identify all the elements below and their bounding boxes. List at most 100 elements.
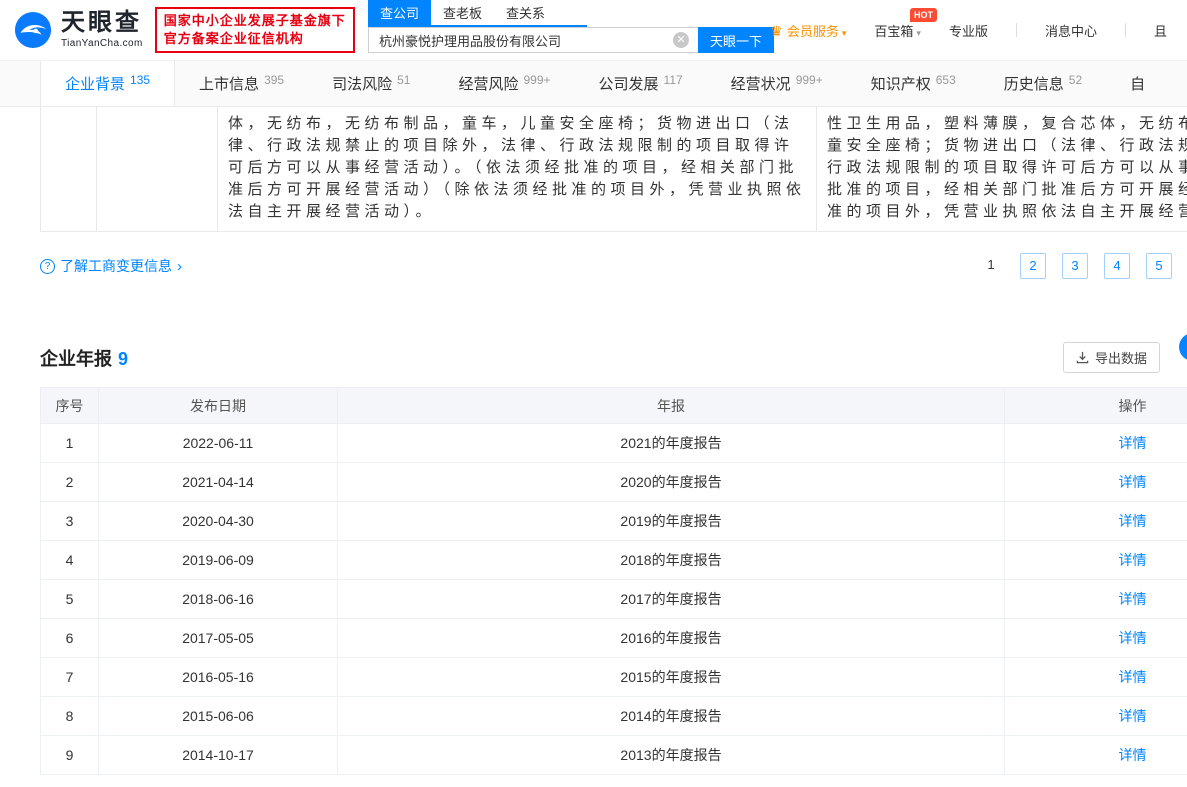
publish-date: 2016-05-16 xyxy=(99,658,338,697)
brand-logo[interactable]: 天眼查 TianYanCha.com xyxy=(14,11,143,49)
report-name: 2014的年度报告 xyxy=(338,697,1005,736)
search-tab-company[interactable]: 查公司 xyxy=(368,0,431,25)
publish-date: 2022-06-11 xyxy=(99,424,338,463)
menu-pro-version[interactable]: 专业版 xyxy=(949,21,988,40)
annual-reports-table: 序号 发布日期 年报 操作 1 2022-06-11 2021的年度报告 详情 … xyxy=(40,387,1187,775)
table-row: 6 2017-05-05 2016的年度报告 详情 xyxy=(41,619,1187,658)
detail-link[interactable]: 详情 xyxy=(1119,747,1147,763)
search-block: 查公司 查老板 查关系 ✕ 天眼一下 xyxy=(368,0,774,53)
row-number: 7 xyxy=(41,658,99,697)
tianyancha-logo-icon xyxy=(14,11,52,49)
publish-date: 2021-04-14 xyxy=(99,463,338,502)
export-data-button[interactable]: 导出数据 xyxy=(1063,342,1160,373)
report-name: 2021的年度报告 xyxy=(338,424,1005,463)
change-before-text: 体，无纺布，无纺布制品，童车，儿童安全座椅；货物进出口（法律、行政法规禁止的项目… xyxy=(218,107,817,231)
search-tab-boss[interactable]: 查老板 xyxy=(431,0,494,25)
report-count: 9 xyxy=(118,349,128,369)
change-after-text: 性卫生用品，塑料薄膜，复合芯体，无纺布，无纺布制品， 童安全座椅；货物进出口（法… xyxy=(817,107,1187,231)
tab-listing-info[interactable]: 上市信息395 xyxy=(175,61,308,106)
tab-history-info[interactable]: 历史信息52 xyxy=(980,61,1106,106)
publish-date: 2018-06-16 xyxy=(99,580,338,619)
report-name: 2013的年度报告 xyxy=(338,736,1005,775)
page-button-3[interactable]: 3 xyxy=(1062,253,1088,279)
col-header-action: 操作 xyxy=(1005,388,1187,424)
menu-vip-service[interactable]: ♛会员服务▾ xyxy=(770,21,846,40)
publish-date: 2017-05-05 xyxy=(99,619,338,658)
tab-company-background[interactable]: 企业背景135 xyxy=(40,61,175,106)
detail-link[interactable]: 详情 xyxy=(1119,669,1147,685)
question-icon: ? xyxy=(40,259,55,274)
row-number: 3 xyxy=(41,502,99,541)
table-row: 4 2019-06-09 2018的年度报告 详情 xyxy=(41,541,1187,580)
certification-badge: 国家中小企业发展子基金旗下 官方备案企业征信机构 xyxy=(155,7,355,53)
download-icon xyxy=(1076,351,1089,364)
menu-divider xyxy=(1125,23,1126,37)
hot-badge: HOT xyxy=(910,8,937,22)
chevron-down-icon: ▾ xyxy=(916,28,921,38)
report-name: 2017的年度报告 xyxy=(338,580,1005,619)
tab-company-development[interactable]: 公司发展117 xyxy=(575,61,707,106)
report-name: 2015的年度报告 xyxy=(338,658,1005,697)
search-tab-relation[interactable]: 查关系 xyxy=(494,0,557,25)
publish-date: 2019-06-09 xyxy=(99,541,338,580)
badge-line-1: 国家中小企业发展子基金旗下 xyxy=(164,12,346,30)
row-number: 8 xyxy=(41,697,99,736)
detail-link[interactable]: 详情 xyxy=(1119,513,1147,529)
detail-link[interactable]: 详情 xyxy=(1119,630,1147,646)
table-row: 8 2015-06-06 2014的年度报告 详情 xyxy=(41,697,1187,736)
table-row: 5 2018-06-16 2017的年度报告 详情 xyxy=(41,580,1187,619)
tab-judicial-risk[interactable]: 司法风险51 xyxy=(308,61,434,106)
publish-date: 2020-04-30 xyxy=(99,502,338,541)
row-number: 6 xyxy=(41,619,99,658)
brand-name: 天眼查 xyxy=(61,11,143,35)
tab-intellectual-property[interactable]: 知识产权653 xyxy=(847,61,980,106)
table-header-row: 序号 发布日期 年报 操作 xyxy=(41,388,1187,424)
detail-link[interactable]: 详情 xyxy=(1119,591,1147,607)
company-section-nav: 企业背景135 上市信息395 司法风险51 经营风险999+ 公司发展117 … xyxy=(0,60,1187,107)
change-cell-empty-1 xyxy=(40,107,97,231)
detail-link[interactable]: 详情 xyxy=(1119,552,1147,568)
row-number: 2 xyxy=(41,463,99,502)
report-name: 2019的年度报告 xyxy=(338,502,1005,541)
menu-toolbox[interactable]: 百宝箱▾ HOT xyxy=(874,21,921,40)
chevron-right-icon: › xyxy=(177,259,182,274)
report-name: 2020的年度报告 xyxy=(338,463,1005,502)
business-change-link[interactable]: ? 了解工商变更信息 › xyxy=(40,256,182,276)
row-number: 4 xyxy=(41,541,99,580)
badge-line-2: 官方备案企业征信机构 xyxy=(164,30,346,48)
annual-reports-section: 企业年报9 导出数据 序号 发布日期 年报 操作 1 2022-06-11 20… xyxy=(0,342,1187,775)
tab-operating-status[interactable]: 经营状况999+ xyxy=(707,61,847,106)
report-name: 2018的年度报告 xyxy=(338,541,1005,580)
detail-link[interactable]: 详情 xyxy=(1119,474,1147,490)
search-tabs: 查公司 查老板 查关系 xyxy=(368,0,587,27)
table-row: 7 2016-05-16 2015的年度报告 详情 xyxy=(41,658,1187,697)
publish-date: 2015-06-06 xyxy=(99,697,338,736)
search-input[interactable] xyxy=(368,27,698,53)
brand-domain: TianYanCha.com xyxy=(61,38,143,49)
table-row: 1 2022-06-11 2021的年度报告 详情 xyxy=(41,424,1187,463)
table-row: 3 2020-04-30 2019的年度报告 详情 xyxy=(41,502,1187,541)
business-change-table: 体，无纺布，无纺布制品，童车，儿童安全座椅；货物进出口（法律、行政法规禁止的项目… xyxy=(40,107,1187,232)
report-name: 2016的年度报告 xyxy=(338,619,1005,658)
top-header: 天眼查 TianYanCha.com 国家中小企业发展子基金旗下 官方备案企业征… xyxy=(0,0,1187,60)
page-button-1[interactable]: 1 xyxy=(978,253,1004,279)
detail-link[interactable]: 详情 xyxy=(1119,435,1147,451)
menu-message-center[interactable]: 消息中心 xyxy=(1045,21,1097,40)
row-number: 9 xyxy=(41,736,99,775)
menu-truncated-item[interactable]: 且 xyxy=(1154,21,1167,40)
col-header-report: 年报 xyxy=(338,388,1005,424)
row-number: 5 xyxy=(41,580,99,619)
detail-link[interactable]: 详情 xyxy=(1119,708,1147,724)
clear-icon[interactable]: ✕ xyxy=(673,32,689,48)
page-button-5[interactable]: 5 xyxy=(1146,253,1172,279)
page-button-2[interactable]: 2 xyxy=(1020,253,1046,279)
tab-operation-risk[interactable]: 经营风险999+ xyxy=(434,61,574,106)
pagination: 1 2 3 4 5 xyxy=(978,253,1172,279)
header-menu: ♛会员服务▾ 百宝箱▾ HOT 专业版 消息中心 且 xyxy=(770,0,1187,60)
search-button[interactable]: 天眼一下 xyxy=(698,27,774,53)
chevron-down-icon: ▾ xyxy=(842,28,847,38)
table-row: 9 2014-10-17 2013的年度报告 详情 xyxy=(41,736,1187,775)
tab-truncated[interactable]: 自 xyxy=(1106,61,1174,106)
menu-divider xyxy=(1016,23,1017,37)
page-button-4[interactable]: 4 xyxy=(1104,253,1130,279)
